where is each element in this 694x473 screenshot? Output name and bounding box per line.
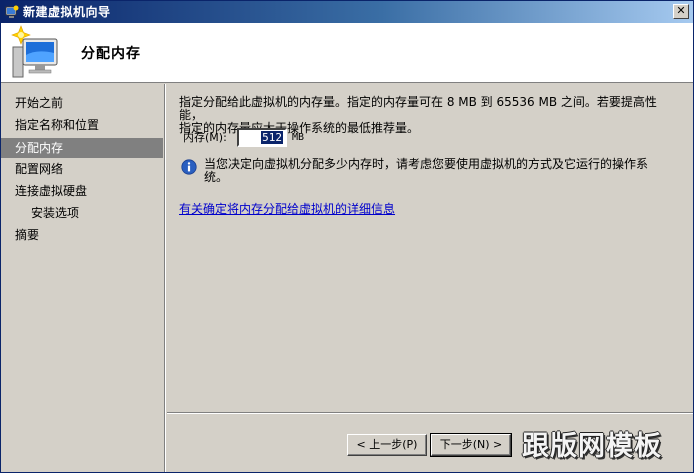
sidebar-item-configure-network[interactable]: 配置网络: [1, 159, 163, 179]
sidebar-item-before-you-begin[interactable]: 开始之前: [1, 93, 163, 113]
memory-input[interactable]: 512: [237, 128, 287, 147]
sidebar-item-connect-vhd[interactable]: 连接虚拟硬盘: [1, 181, 163, 201]
wizard-window: 新建虚拟机向导 ✕ 分配内存 开始之前 指定名称和位置 分配内存 配置网络 连接…: [0, 0, 694, 473]
memory-value: 512: [261, 131, 283, 144]
close-icon: ✕: [676, 4, 686, 17]
previous-button[interactable]: < 上一步(P): [347, 434, 427, 456]
page-title: 分配内存: [81, 46, 141, 62]
memory-info-text: 当您决定向虚拟机分配多少内存时，请考虑您要使用虚拟机的方式及它运行的操作系 统。: [204, 158, 674, 184]
close-button[interactable]: ✕: [673, 4, 689, 19]
window-title: 新建虚拟机向导: [23, 5, 111, 19]
wizard-content: 指定分配给此虚拟机的内存量。指定的内存量可在 8 MB 到 65536 MB 之…: [167, 84, 693, 472]
watermark-text: 跟版网模板: [522, 431, 662, 462]
info-icon: [181, 159, 197, 175]
vm-app-icon: [5, 5, 19, 18]
memory-label: 内存(M):: [183, 131, 227, 144]
button-separator: [167, 412, 693, 414]
title-bar[interactable]: 新建虚拟机向导 ✕: [1, 1, 693, 23]
memory-unit: MB: [292, 132, 305, 143]
sidebar-item-name-location[interactable]: 指定名称和位置: [1, 115, 163, 135]
wizard-header: 分配内存: [1, 23, 693, 83]
info-line-1: 当您决定向虚拟机分配多少内存时，请考虑您要使用虚拟机的方式及它运行的操作系: [204, 157, 649, 171]
info-line-2: 统。: [204, 170, 229, 184]
memory-help-link[interactable]: 有关确定将内存分配给虚拟机的详细信息: [179, 200, 395, 217]
new-vm-wizard-icon: [11, 25, 58, 78]
sidebar-item-summary[interactable]: 摘要: [1, 225, 163, 245]
sidebar-item-install-options[interactable]: 安装选项: [1, 203, 163, 223]
description-line-1: 指定分配给此虚拟机的内存量。指定的内存量可在 8 MB 到 65536 MB 之…: [179, 95, 657, 122]
next-button[interactable]: 下一步(N) >: [430, 433, 512, 457]
wizard-steps-sidebar: 开始之前 指定名称和位置 分配内存 配置网络 连接虚拟硬盘 安装选项 摘要: [1, 84, 166, 472]
sidebar-item-assign-memory[interactable]: 分配内存: [1, 138, 163, 158]
